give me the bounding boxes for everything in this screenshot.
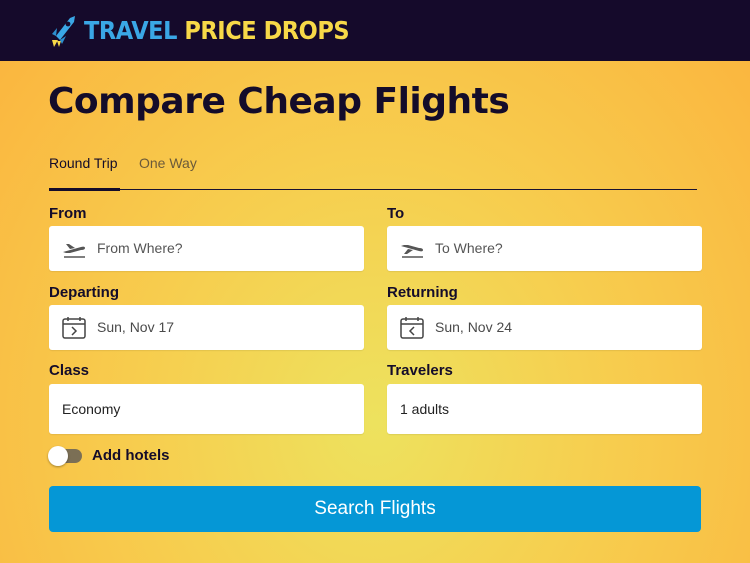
returning-date[interactable]: Sun, Nov 24 <box>435 318 512 336</box>
departing-date[interactable]: Sun, Nov 17 <box>97 318 174 336</box>
class-value: Economy <box>62 401 121 417</box>
departing-field[interactable]: Sun, Nov 17 <box>49 305 364 350</box>
trip-type-tabs: Round Trip One Way <box>49 150 697 191</box>
calendar-prev-icon <box>400 317 424 339</box>
search-flights-button[interactable]: Search Flights <box>49 486 701 532</box>
calendar-next-icon <box>62 317 86 339</box>
add-hotels-toggle[interactable] <box>48 446 84 466</box>
toggle-knob <box>48 446 68 466</box>
tab-round-trip[interactable]: Round Trip <box>49 154 117 172</box>
class-label: Class <box>49 362 90 379</box>
to-label: To <box>387 205 405 222</box>
plane-landing-icon <box>401 245 423 258</box>
brand-name-part1: TRAVEL <box>84 16 177 45</box>
returning-field[interactable]: Sun, Nov 24 <box>387 305 702 350</box>
tab-one-way[interactable]: One Way <box>139 154 197 172</box>
add-hotels-label[interactable]: Add hotels <box>92 447 170 465</box>
top-bar: TRAVEL PRICE DROPS <box>0 0 750 61</box>
returning-label: Returning <box>387 284 458 301</box>
brand-name-part2: PRICE DROPS <box>184 16 350 45</box>
from-input[interactable]: From Where? <box>97 239 183 257</box>
to-field[interactable]: To Where? <box>387 226 702 271</box>
travelers-select[interactable]: 1 adults <box>387 384 702 434</box>
page-title: Compare Cheap Flights <box>48 81 510 122</box>
departing-label: Departing <box>49 284 120 301</box>
brand-logo[interactable]: TRAVEL PRICE DROPS <box>84 15 350 47</box>
travelers-value: 1 adults <box>400 401 450 417</box>
plane-takeoff-icon <box>63 244 85 258</box>
class-select[interactable]: Economy <box>49 384 364 434</box>
travelers-label: Travelers <box>387 362 453 379</box>
from-field[interactable]: From Where? <box>49 226 364 271</box>
to-input[interactable]: To Where? <box>435 239 503 257</box>
from-label: From <box>49 205 87 222</box>
active-tab-indicator <box>49 188 120 191</box>
rocket-icon <box>52 16 75 47</box>
